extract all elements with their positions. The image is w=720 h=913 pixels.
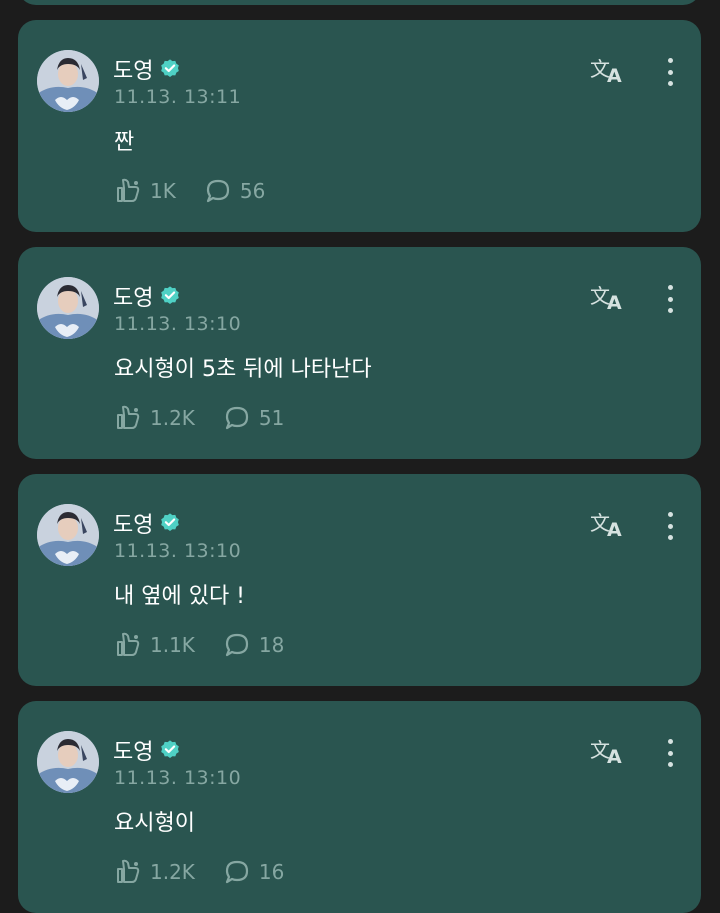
more-vertical-icon-dot: [667, 750, 673, 756]
more-options-button[interactable]: [658, 54, 682, 90]
author-name-row[interactable]: 도영: [113, 734, 181, 766]
more-options-button[interactable]: [658, 735, 682, 771]
more-vertical-icon-dot: [667, 739, 673, 744]
author-name[interactable]: 도영: [113, 507, 153, 539]
post-text: 요시형이 5초 뒤에 나타난다: [114, 357, 372, 382]
like-count: 1K: [150, 179, 176, 203]
post-timestamp: 11.13. 13:10: [114, 540, 242, 562]
post-stats: 1.1K 18: [114, 631, 312, 659]
avatar[interactable]: [37, 50, 99, 112]
translate-icon: 文 A: [590, 284, 622, 314]
comment-button[interactable]: 51: [223, 404, 284, 432]
translate-button[interactable]: 文 A: [590, 54, 626, 87]
author-name[interactable]: 도영: [113, 734, 153, 766]
svg-text:A: A: [607, 746, 622, 767]
author-name[interactable]: 도영: [113, 53, 153, 85]
svg-text:A: A: [607, 519, 622, 540]
svg-text:A: A: [607, 292, 622, 313]
like-count: 1.2K: [150, 860, 195, 884]
author-name-row[interactable]: 도영: [113, 280, 181, 312]
post-text: 요시형이: [114, 811, 195, 836]
more-vertical-icon-dot: [667, 535, 673, 540]
more-vertical-icon-dot: [667, 81, 673, 86]
avatar[interactable]: [37, 731, 99, 793]
comment-count: 18: [258, 633, 285, 657]
svg-text:A: A: [607, 65, 622, 86]
avatar[interactable]: [37, 277, 99, 339]
comment-button[interactable]: 16: [223, 858, 284, 886]
avatar[interactable]: [37, 504, 99, 566]
author-name-row[interactable]: 도영: [113, 507, 181, 539]
comment-button[interactable]: 56: [204, 177, 265, 205]
post-card-4[interactable]: 도영 11.13. 13:10 요시형이 1.2K 16 文 A: [18, 701, 701, 913]
like-icon: [117, 405, 140, 429]
more-vertical-icon-dot: [667, 58, 673, 63]
post-timestamp: 11.13. 13:10: [114, 313, 242, 335]
translate-button[interactable]: 文 A: [590, 508, 626, 541]
post-stats: 1K 56: [114, 177, 293, 205]
post-card-1[interactable]: 도영 11.13. 13:11 짠 1K 56 文 A: [18, 20, 701, 232]
verified-badge-icon: [161, 59, 180, 77]
author-name-row[interactable]: 도영: [113, 53, 181, 85]
more-vertical-icon-dot: [667, 523, 673, 529]
more-vertical-icon-dot: [667, 308, 673, 313]
post-text: 내 옆에 있다 !: [114, 584, 245, 609]
post-timestamp: 11.13. 13:10: [114, 767, 242, 789]
more-options-button[interactable]: [658, 508, 682, 544]
translate-button[interactable]: 文 A: [590, 281, 626, 314]
comment-button[interactable]: 18: [223, 631, 284, 659]
comment-icon: [206, 179, 229, 203]
translate-button[interactable]: 文 A: [590, 735, 626, 768]
previous-post-card[interactable]: [18, 0, 701, 5]
like-button[interactable]: 1.2K: [114, 858, 195, 886]
like-button[interactable]: 1.2K: [114, 404, 195, 432]
more-vertical-icon-dot: [667, 69, 673, 75]
more-options-button[interactable]: [658, 281, 682, 317]
translate-icon: 文 A: [590, 738, 622, 768]
translate-icon: 文 A: [590, 57, 622, 87]
comment-count: 51: [258, 406, 285, 430]
like-icon: [117, 632, 140, 656]
post-timestamp: 11.13. 13:11: [114, 86, 242, 108]
verified-badge-icon: [161, 286, 180, 304]
like-icon: [117, 178, 140, 202]
comment-icon: [225, 633, 249, 657]
post-card-3[interactable]: 도영 11.13. 13:10 내 옆에 있다 ! 1.1K 18 文 A: [18, 474, 701, 686]
post-card-2[interactable]: 도영 11.13. 13:10 요시형이 5초 뒤에 나타난다 1.2K 51 …: [18, 247, 701, 459]
more-vertical-icon-dot: [667, 285, 673, 290]
author-name[interactable]: 도영: [113, 280, 153, 312]
like-button[interactable]: 1K: [114, 177, 176, 205]
like-count: 1.1K: [150, 633, 195, 657]
comment-count: 56: [239, 179, 266, 203]
verified-badge-icon: [161, 513, 180, 531]
post-stats: 1.2K 16: [114, 858, 312, 886]
translate-icon: 文 A: [590, 511, 622, 541]
like-icon: [117, 859, 140, 883]
post-stats: 1.2K 51: [114, 404, 312, 432]
post-text: 짠: [114, 130, 135, 155]
like-count: 1.2K: [150, 406, 195, 430]
post-feed: 도영 11.13. 13:11 짠 1K 56 文 A 도영 11.13. 13…: [0, 0, 720, 913]
verified-badge-icon: [161, 740, 180, 758]
comment-icon: [225, 860, 249, 884]
comment-count: 16: [258, 860, 285, 884]
like-button[interactable]: 1.1K: [114, 631, 195, 659]
more-vertical-icon-dot: [667, 296, 673, 302]
more-vertical-icon-dot: [667, 762, 673, 767]
more-vertical-icon-dot: [667, 512, 673, 517]
comment-icon: [225, 406, 249, 430]
